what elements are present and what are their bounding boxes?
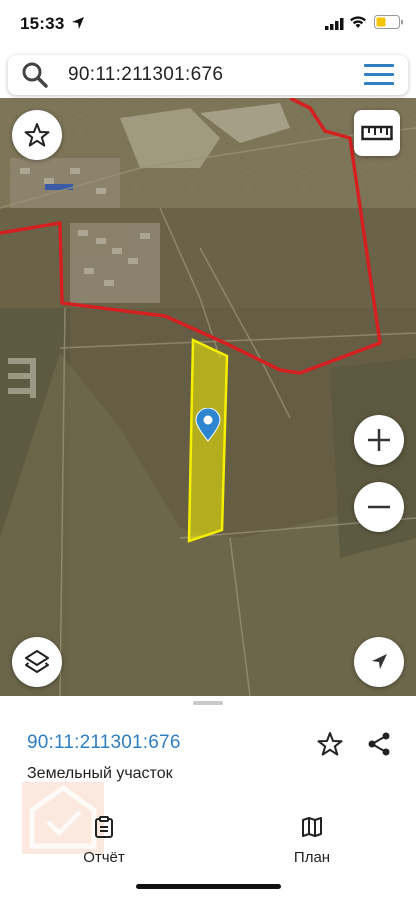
search-bar[interactable]: 90:11:211301:676 (8, 55, 408, 95)
status-bar: 15:33 (0, 0, 416, 50)
star-icon[interactable] (316, 730, 344, 758)
cellular-signal-icon (325, 18, 344, 30)
ruler-button[interactable] (354, 110, 400, 156)
navigation-arrow-icon (372, 654, 387, 669)
info-sheet: 90:11:211301:676 Земельный участок Отчёт… (0, 696, 416, 900)
map-terrain[interactable] (0, 98, 416, 696)
tab-plan-label: План (293, 849, 331, 866)
map-icon (302, 817, 322, 837)
search-icon[interactable] (21, 61, 49, 89)
plus-icon (368, 429, 390, 451)
search-input[interactable]: 90:11:211301:676 (68, 64, 223, 86)
ruler-icon (361, 125, 393, 141)
clipboard-icon (95, 816, 113, 838)
cadastral-number[interactable]: 90:11:211301:676 (27, 732, 181, 754)
object-type-label: Земельный участок (27, 765, 173, 782)
layers-button[interactable] (12, 637, 62, 687)
zoom-out-button[interactable] (354, 482, 404, 532)
star-icon (24, 123, 50, 147)
zoom-in-button[interactable] (354, 415, 404, 465)
location-arrow-icon (72, 17, 84, 29)
tab-plan[interactable]: План (267, 816, 357, 866)
satellite-map[interactable] (0, 98, 416, 696)
home-indicator[interactable] (136, 884, 281, 889)
tab-report-label: Отчёт (83, 849, 125, 866)
favorite-button[interactable] (12, 110, 62, 160)
battery-icon (374, 15, 403, 29)
sheet-handle[interactable] (193, 701, 223, 705)
tab-report[interactable]: Отчёт (59, 816, 149, 866)
locate-button[interactable] (354, 637, 404, 687)
layers-icon (25, 650, 49, 673)
share-icon[interactable] (366, 730, 392, 758)
wifi-icon (350, 16, 366, 28)
status-time: 15:33 (20, 14, 65, 33)
hamburger-menu-icon[interactable] (364, 64, 394, 86)
location-pin-icon[interactable] (195, 408, 221, 442)
minus-icon (368, 505, 390, 509)
